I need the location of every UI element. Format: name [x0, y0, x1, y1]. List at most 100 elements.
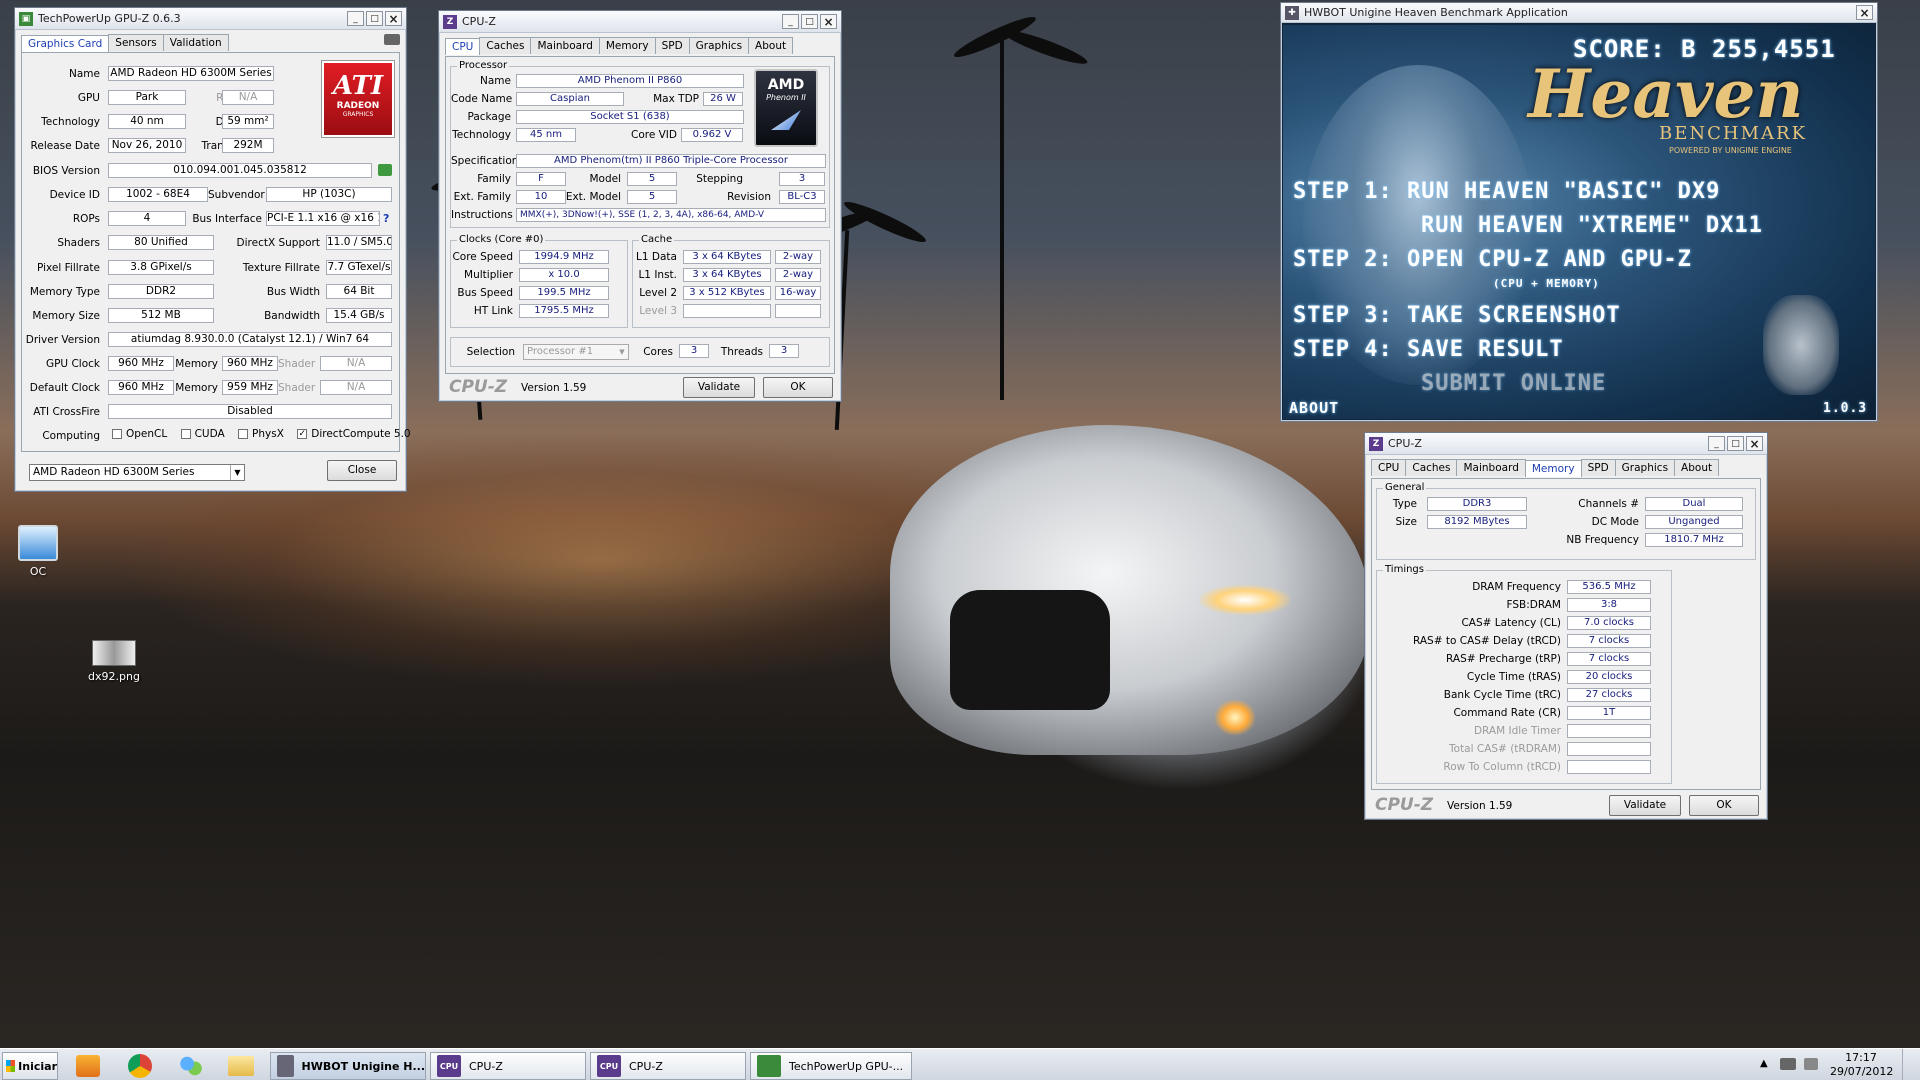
label-memory-type: Memory Type [29, 286, 100, 298]
minimize-button[interactable]: _ [347, 11, 364, 26]
label-ras-cas-delay: RAS# to CAS# Delay (tRCD) [1413, 635, 1561, 647]
messenger-icon[interactable] [178, 1054, 204, 1078]
tab-caches[interactable]: Caches [1405, 459, 1458, 476]
heaven-logo: Heaven [1528, 55, 1804, 133]
desktop-icon-dx92[interactable]: dx92.png [84, 640, 144, 683]
taskbar-button-cpuz-1[interactable]: CPU CPU-Z [430, 1052, 586, 1080]
show-desktop-button[interactable] [1902, 1049, 1918, 1080]
value-memory-type: DDR2 [108, 284, 214, 299]
help-icon[interactable]: ? [383, 212, 389, 225]
tab-about[interactable]: About [1674, 459, 1720, 476]
tab-spd[interactable]: SPD [1580, 459, 1616, 476]
step3-text[interactable]: STEP 3: TAKE SCREENSHOT [1293, 303, 1621, 328]
value-dram-frequency: 536.5 MHz [1567, 580, 1651, 594]
value-default-memory: 959 MHz [222, 380, 278, 395]
label-device-id: Device ID [49, 189, 100, 201]
label-gpu-memory: Memory [175, 358, 218, 370]
heaven-titlebar[interactable]: ✚ HWBOT Unigine Heaven Benchmark Applica… [1281, 3, 1877, 23]
tab-validation[interactable]: Validation [162, 34, 229, 51]
label-nb-frequency: NB Frequency [1566, 534, 1639, 546]
physx-checkbox[interactable] [238, 429, 249, 439]
cpuz-titlebar[interactable]: Z CPU-Z _ □ × [1365, 433, 1767, 455]
label-model: Model [589, 173, 621, 185]
cpuz-titlebar[interactable]: Z CPU-Z _ □ × [439, 11, 841, 33]
desktop-icon-oc[interactable]: OC [10, 525, 66, 578]
taskbar-button-gpuz[interactable]: TechPowerUp GPU-... [750, 1052, 912, 1080]
step2-text[interactable]: STEP 2: OPEN CPU-Z AND GPU-Z [1293, 247, 1692, 272]
label-rops: ROPs [72, 213, 100, 225]
tab-caches[interactable]: Caches [479, 37, 532, 54]
tab-spd[interactable]: SPD [654, 37, 690, 54]
submit-online-text[interactable]: SUBMIT ONLINE [1421, 371, 1606, 396]
heaven-window: ✚ HWBOT Unigine Heaven Benchmark Applica… [1280, 2, 1878, 422]
media-player-icon[interactable] [76, 1055, 100, 1077]
folder-icon[interactable] [228, 1056, 254, 1076]
label-ext-family: Ext. Family [453, 191, 511, 203]
tab-sensors[interactable]: Sensors [108, 34, 164, 51]
validate-button[interactable]: Validate [1609, 795, 1681, 816]
opencl-checkbox[interactable] [112, 429, 122, 439]
close-window-button[interactable]: × [820, 14, 837, 29]
directcompute-checkbox[interactable]: ✓ [297, 429, 308, 439]
cpuz-version: Version 1.59 [1447, 800, 1513, 812]
taskbar-button-cpuz-2[interactable]: CPU CPU-Z [590, 1052, 746, 1080]
tab-cpu[interactable]: CPU [445, 38, 481, 55]
step1-text[interactable]: STEP 1: RUN HEAVEN "BASIC" DX9 [1293, 179, 1720, 204]
image-file-icon [92, 640, 136, 666]
desktop-icon-label: OC [29, 565, 47, 578]
tab-graphics-card[interactable]: Graphics Card [21, 35, 110, 52]
step4-text[interactable]: STEP 4: SAVE RESULT [1293, 337, 1564, 362]
tab-memory[interactable]: Memory [598, 37, 656, 54]
chrome-icon[interactable] [128, 1054, 152, 1078]
tab-memory[interactable]: Memory [1524, 460, 1582, 477]
value-release-date: Nov 26, 2010 [108, 138, 186, 153]
tab-mainboard[interactable]: Mainboard [530, 37, 600, 54]
validate-button[interactable]: Validate [683, 377, 755, 398]
ok-button[interactable]: OK [763, 377, 833, 398]
gpu-select-dropdown[interactable]: AMD Radeon HD 6300M Series ▼ [29, 464, 245, 481]
close-window-button[interactable]: × [1746, 436, 1763, 451]
tray-expand-icon[interactable]: ▲ [1760, 1058, 1768, 1069]
value-ras-cas-delay: 7 clocks [1567, 634, 1651, 648]
gpuz-window: ▣ TechPowerUp GPU-Z 0.6.3 _ □ × Graphics… [14, 7, 411, 492]
taskbar-button-heaven[interactable]: HWBOT Unigine H... [270, 1052, 426, 1080]
value-level-2-way: 16-way [775, 286, 821, 300]
cuda-checkbox[interactable] [180, 429, 191, 439]
minimize-button[interactable]: _ [782, 14, 799, 29]
maximize-button[interactable]: □ [1727, 436, 1744, 451]
tab-about[interactable]: About [748, 37, 794, 54]
tab-mainboard[interactable]: Mainboard [1456, 459, 1526, 476]
maximize-button[interactable]: □ [801, 14, 818, 29]
step1b-text[interactable]: RUN HEAVEN "XTREME" DX11 [1421, 213, 1763, 238]
value-die-size: 59 mm² [222, 114, 274, 129]
ok-button[interactable]: OK [1689, 795, 1759, 816]
clock[interactable]: 17:17 29/07/2012 [1830, 1051, 1893, 1079]
label-l1-data: L1 Data [636, 251, 677, 263]
save-bios-icon[interactable] [378, 164, 392, 176]
tab-graphics[interactable]: Graphics [1614, 459, 1676, 476]
network-icon[interactable] [1780, 1058, 1796, 1070]
close-window-button[interactable]: × [385, 11, 402, 26]
processor-select[interactable]: Processor #1 ▼ [523, 344, 629, 360]
about-link[interactable]: ABOUT [1289, 399, 1339, 417]
close-window-button[interactable]: × [1856, 5, 1873, 20]
value-directx: 11.0 / SM5.0 [326, 235, 392, 250]
value-instructions: MMX(+), 3DNow!(+), SSE (1, 2, 3, 4A), x8… [516, 208, 826, 222]
label-instructions: Instructions [451, 209, 513, 221]
camera-icon[interactable] [384, 34, 400, 45]
label-default-clock: Default Clock [29, 382, 100, 394]
tab-cpu[interactable]: CPU [1371, 459, 1407, 476]
cpuz-memory-panel: General Type DDR3 Size 8192 MBytes Chann… [1371, 478, 1761, 790]
processor-select-value: Processor #1 [527, 346, 594, 357]
maximize-button[interactable]: □ [366, 11, 383, 26]
start-button[interactable]: Iniciar [2, 1052, 58, 1080]
gpuz-titlebar[interactable]: ▣ TechPowerUp GPU-Z 0.6.3 _ □ × [15, 8, 406, 30]
minimize-button[interactable]: _ [1708, 436, 1725, 451]
tab-graphics[interactable]: Graphics [688, 37, 750, 54]
value-rops: 4 [108, 211, 186, 226]
value-l1-data: 3 x 64 KBytes [683, 250, 771, 264]
power-icon[interactable] [1804, 1058, 1818, 1070]
dropdown-value: AMD Radeon HD 6300M Series [33, 466, 195, 478]
gpuz-close-button[interactable]: Close [327, 460, 397, 481]
cpuz-icon: CPU [597, 1055, 621, 1077]
